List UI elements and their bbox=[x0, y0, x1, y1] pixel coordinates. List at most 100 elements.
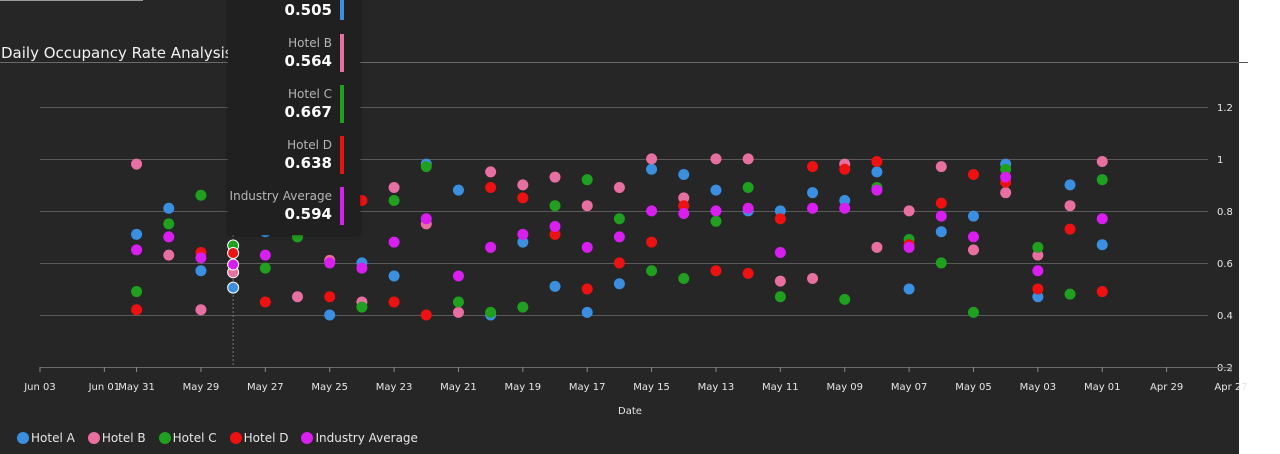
legend-item-hotel-d[interactable]: Hotel D bbox=[229, 431, 288, 445]
point-industry-average[interactable] bbox=[581, 241, 593, 253]
point-industry-average[interactable] bbox=[1000, 171, 1012, 183]
point-hotel-c[interactable] bbox=[485, 306, 497, 318]
point-industry-average[interactable] bbox=[195, 252, 207, 264]
point-hotel-c[interactable] bbox=[131, 286, 143, 298]
point-hotel-a[interactable] bbox=[163, 202, 175, 214]
point-industry-average[interactable] bbox=[259, 249, 271, 261]
point-industry-average[interactable] bbox=[613, 231, 625, 243]
point-hotel-b[interactable] bbox=[292, 291, 304, 303]
point-hotel-c[interactable] bbox=[646, 265, 658, 277]
point-hotel-b[interactable] bbox=[1064, 200, 1076, 212]
point-hotel-d[interactable] bbox=[871, 155, 883, 167]
point-hotel-c[interactable] bbox=[517, 301, 529, 313]
point-hotel-d[interactable] bbox=[1032, 283, 1044, 295]
point-hotel-b[interactable] bbox=[485, 166, 497, 178]
point-hotel-b[interactable] bbox=[1000, 187, 1012, 199]
point-hotel-b[interactable] bbox=[163, 249, 175, 261]
point-industry-average[interactable] bbox=[1096, 213, 1108, 225]
point-hotel-c[interactable] bbox=[549, 200, 561, 212]
point-hotel-b[interactable] bbox=[388, 181, 400, 193]
point-industry-average[interactable] bbox=[646, 205, 658, 217]
point-industry-average[interactable] bbox=[742, 202, 754, 214]
point-hotel-d[interactable] bbox=[324, 291, 336, 303]
point-industry-average[interactable] bbox=[388, 236, 400, 248]
point-hotel-d[interactable] bbox=[517, 192, 529, 204]
point-hotel-d[interactable] bbox=[485, 181, 497, 193]
point-hotel-b[interactable] bbox=[1096, 155, 1108, 167]
point-hotel-d[interactable] bbox=[742, 267, 754, 279]
point-industry-average[interactable] bbox=[903, 241, 915, 253]
point-industry-average[interactable] bbox=[1032, 265, 1044, 277]
point-hotel-d[interactable] bbox=[807, 161, 819, 173]
point-hotel-d[interactable] bbox=[420, 309, 432, 321]
point-hotel-a[interactable] bbox=[613, 278, 625, 290]
legend-item-hotel-a[interactable]: Hotel A bbox=[17, 431, 75, 445]
point-industry-average[interactable] bbox=[839, 202, 851, 214]
point-hotel-d[interactable] bbox=[259, 296, 271, 308]
point-industry-average[interactable] bbox=[131, 244, 143, 256]
point-hotel-d[interactable] bbox=[935, 197, 947, 209]
point-hotel-c[interactable] bbox=[1032, 241, 1044, 253]
point-industry-average[interactable] bbox=[710, 205, 722, 217]
point-industry-average[interactable] bbox=[324, 257, 336, 269]
point-hotel-b[interactable] bbox=[549, 171, 561, 183]
point-hotel-a[interactable] bbox=[195, 265, 207, 277]
point-industry-average[interactable] bbox=[774, 247, 786, 259]
legend-item-hotel-b[interactable]: Hotel B bbox=[87, 431, 146, 445]
point-hotel-d[interactable] bbox=[581, 283, 593, 295]
point-industry-average[interactable] bbox=[967, 231, 979, 243]
point-hotel-c[interactable] bbox=[967, 306, 979, 318]
point-hotel-d[interactable] bbox=[131, 304, 143, 316]
point-hotel-d[interactable] bbox=[1064, 223, 1076, 235]
scatter-plot[interactable]: 0.20.40.60.811.2Jun 03 Jun 01May 31 May 29… bbox=[0, 0, 1280, 454]
point-hotel-c[interactable] bbox=[259, 262, 271, 274]
point-hotel-d[interactable] bbox=[613, 257, 625, 269]
point-hotel-b[interactable] bbox=[195, 304, 207, 316]
point-hotel-a[interactable] bbox=[324, 309, 336, 321]
point-industry-average[interactable] bbox=[678, 208, 690, 219]
point-hotel-a[interactable] bbox=[452, 184, 464, 196]
point-hotel-b[interactable] bbox=[131, 158, 143, 170]
point-hotel-b[interactable] bbox=[807, 273, 819, 285]
point-hotel-d[interactable] bbox=[774, 213, 786, 225]
point-industry-average[interactable] bbox=[227, 258, 240, 271]
point-hotel-b[interactable] bbox=[646, 153, 658, 165]
point-industry-average[interactable] bbox=[485, 241, 497, 253]
point-hotel-a[interactable] bbox=[549, 280, 561, 292]
point-hotel-a[interactable] bbox=[581, 306, 593, 318]
point-hotel-b[interactable] bbox=[452, 306, 464, 318]
point-hotel-d[interactable] bbox=[839, 163, 851, 175]
point-hotel-c[interactable] bbox=[420, 161, 432, 173]
legend-item-hotel-c[interactable]: Hotel C bbox=[158, 431, 217, 445]
point-industry-average[interactable] bbox=[549, 221, 561, 233]
point-hotel-a[interactable] bbox=[646, 163, 658, 175]
point-hotel-d[interactable] bbox=[227, 247, 240, 260]
point-hotel-b[interactable] bbox=[581, 200, 593, 212]
point-hotel-c[interactable] bbox=[678, 273, 690, 285]
point-hotel-d[interactable] bbox=[388, 296, 400, 308]
point-hotel-a[interactable] bbox=[903, 283, 915, 295]
point-hotel-b[interactable] bbox=[613, 181, 625, 193]
point-hotel-a[interactable] bbox=[967, 210, 979, 222]
point-hotel-c[interactable] bbox=[356, 301, 368, 313]
point-hotel-c[interactable] bbox=[774, 291, 786, 303]
point-hotel-c[interactable] bbox=[388, 194, 400, 206]
point-industry-average[interactable] bbox=[452, 270, 464, 282]
point-hotel-a[interactable] bbox=[1064, 179, 1076, 191]
point-hotel-b[interactable] bbox=[517, 179, 529, 191]
point-hotel-c[interactable] bbox=[1096, 174, 1108, 186]
point-industry-average[interactable] bbox=[420, 213, 432, 225]
point-hotel-b[interactable] bbox=[903, 205, 915, 217]
point-hotel-d[interactable] bbox=[646, 236, 658, 248]
point-industry-average[interactable] bbox=[935, 210, 947, 222]
point-hotel-c[interactable] bbox=[163, 218, 175, 230]
point-hotel-b[interactable] bbox=[871, 241, 883, 253]
point-hotel-c[interactable] bbox=[195, 189, 207, 201]
point-hotel-b[interactable] bbox=[742, 153, 754, 165]
point-hotel-b[interactable] bbox=[710, 153, 722, 165]
point-hotel-c[interactable] bbox=[613, 213, 625, 225]
point-industry-average[interactable] bbox=[163, 231, 175, 243]
point-hotel-a[interactable] bbox=[388, 270, 400, 282]
point-hotel-c[interactable] bbox=[1064, 288, 1076, 300]
point-hotel-a[interactable] bbox=[678, 168, 690, 180]
